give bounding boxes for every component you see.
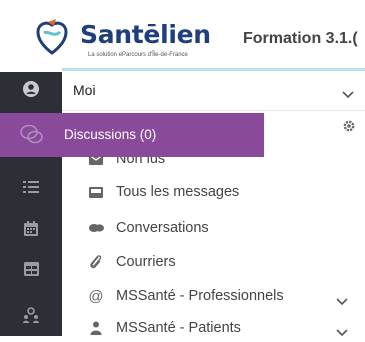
paperclip-icon <box>88 254 104 270</box>
logo-text: Santēlien <box>80 20 211 49</box>
table-icon[interactable] <box>18 258 44 280</box>
menu-item-label: Conversations <box>116 220 209 236</box>
menu-item-label: MSSanté - Professionnels <box>116 288 284 304</box>
menu-item-courriers[interactable]: Courriers <box>88 250 176 274</box>
mailbox-select[interactable]: Moi <box>62 72 365 111</box>
menu-item-label: Tous les messages <box>116 184 240 200</box>
chevron-down-icon <box>342 86 354 104</box>
left-nav <box>0 72 62 336</box>
logo-mark-icon <box>36 19 68 55</box>
menu-item-mssante-professionnels[interactable]: @ MSSanté - Professionnels <box>88 284 284 308</box>
people-icon[interactable] <box>18 304 44 326</box>
logo-tagline: La solution eParcours d'Île-de-France <box>88 52 188 58</box>
mailbox-select-value: Moi <box>73 82 96 98</box>
gear-icon[interactable] <box>342 119 356 138</box>
menu-item-tous-les-messages[interactable]: Tous les messages <box>88 180 239 204</box>
patient-icon <box>88 320 104 336</box>
user-icon[interactable] <box>18 78 44 100</box>
calendar-icon[interactable] <box>18 217 44 239</box>
version-label: Formation 3.1.( <box>243 30 358 47</box>
conversation-icon <box>88 220 104 236</box>
menu-item-label: MSSanté - Patients <box>116 320 241 336</box>
inbox-icon <box>88 184 104 200</box>
menu-item-mssante-patients[interactable]: MSSanté - Patients <box>88 316 241 340</box>
menu-item-conversations[interactable]: Conversations <box>88 216 209 240</box>
discussions-tooltip[interactable]: Discussions (0) <box>0 113 264 157</box>
header-divider <box>62 68 365 71</box>
app-header: Santēlien La solution eParcours d'Île-de… <box>0 0 365 68</box>
discussions-label: Discussions (0) <box>64 127 157 142</box>
list-icon[interactable] <box>18 176 44 198</box>
menu-item-label: Courriers <box>116 254 176 270</box>
chat-icon <box>20 124 44 151</box>
chevron-down-icon[interactable] <box>336 293 348 311</box>
santelien-logo[interactable]: Santēlien La solution eParcours d'Île-de… <box>30 18 220 64</box>
at-icon: @ <box>88 287 104 305</box>
chevron-down-icon[interactable] <box>336 324 348 342</box>
